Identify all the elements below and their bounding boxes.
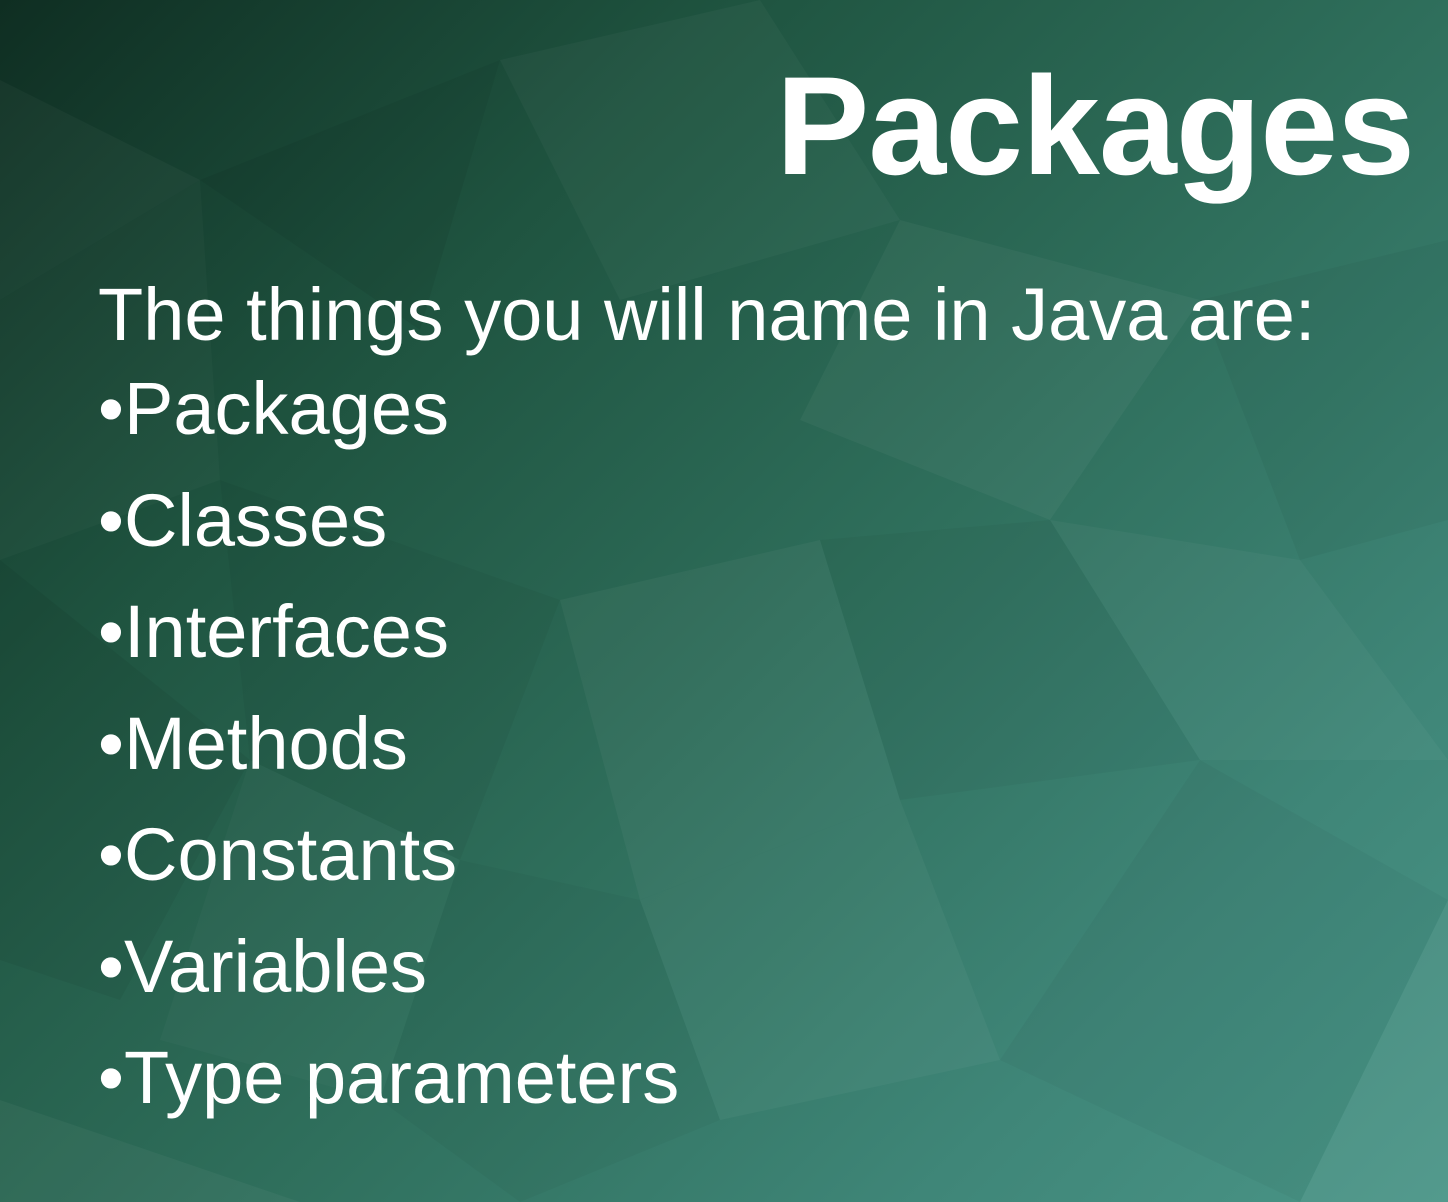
list-item-label: Variables <box>124 924 428 1008</box>
bullet-icon: • <box>98 701 124 785</box>
list-item-label: Classes <box>124 478 388 562</box>
list-item-label: Packages <box>124 367 449 450</box>
list-item-label: Methods <box>124 701 408 785</box>
bullet-icon: • <box>98 367 124 450</box>
list-item-label: Type parameters <box>124 1036 680 1119</box>
list-item: • Interfaces <box>98 595 679 707</box>
bullet-icon: • <box>98 590 124 673</box>
intro-text: The things you will name in Java are: <box>98 273 1316 356</box>
slide-title: Packages <box>775 47 1415 204</box>
list-item: • Variables <box>98 924 679 1042</box>
list-item: • Methods <box>98 701 679 819</box>
list-item: • Type parameters <box>98 1041 679 1153</box>
bullet-icon: • <box>98 1036 124 1119</box>
list-item: • Classes <box>98 478 679 596</box>
bullet-icon: • <box>98 813 124 896</box>
list-item: • Packages <box>98 372 679 484</box>
list-item-label: Constants <box>124 813 458 896</box>
list-item-label: Interfaces <box>124 590 449 673</box>
bullet-icon: • <box>98 478 124 562</box>
bullet-list: • Packages • Classes • Interfaces • Methods … <box>98 372 679 1153</box>
list-item: • Constants <box>98 818 679 930</box>
slide: Packages The things you will name in Jav… <box>0 0 1448 1202</box>
bullet-icon: • <box>98 924 124 1008</box>
